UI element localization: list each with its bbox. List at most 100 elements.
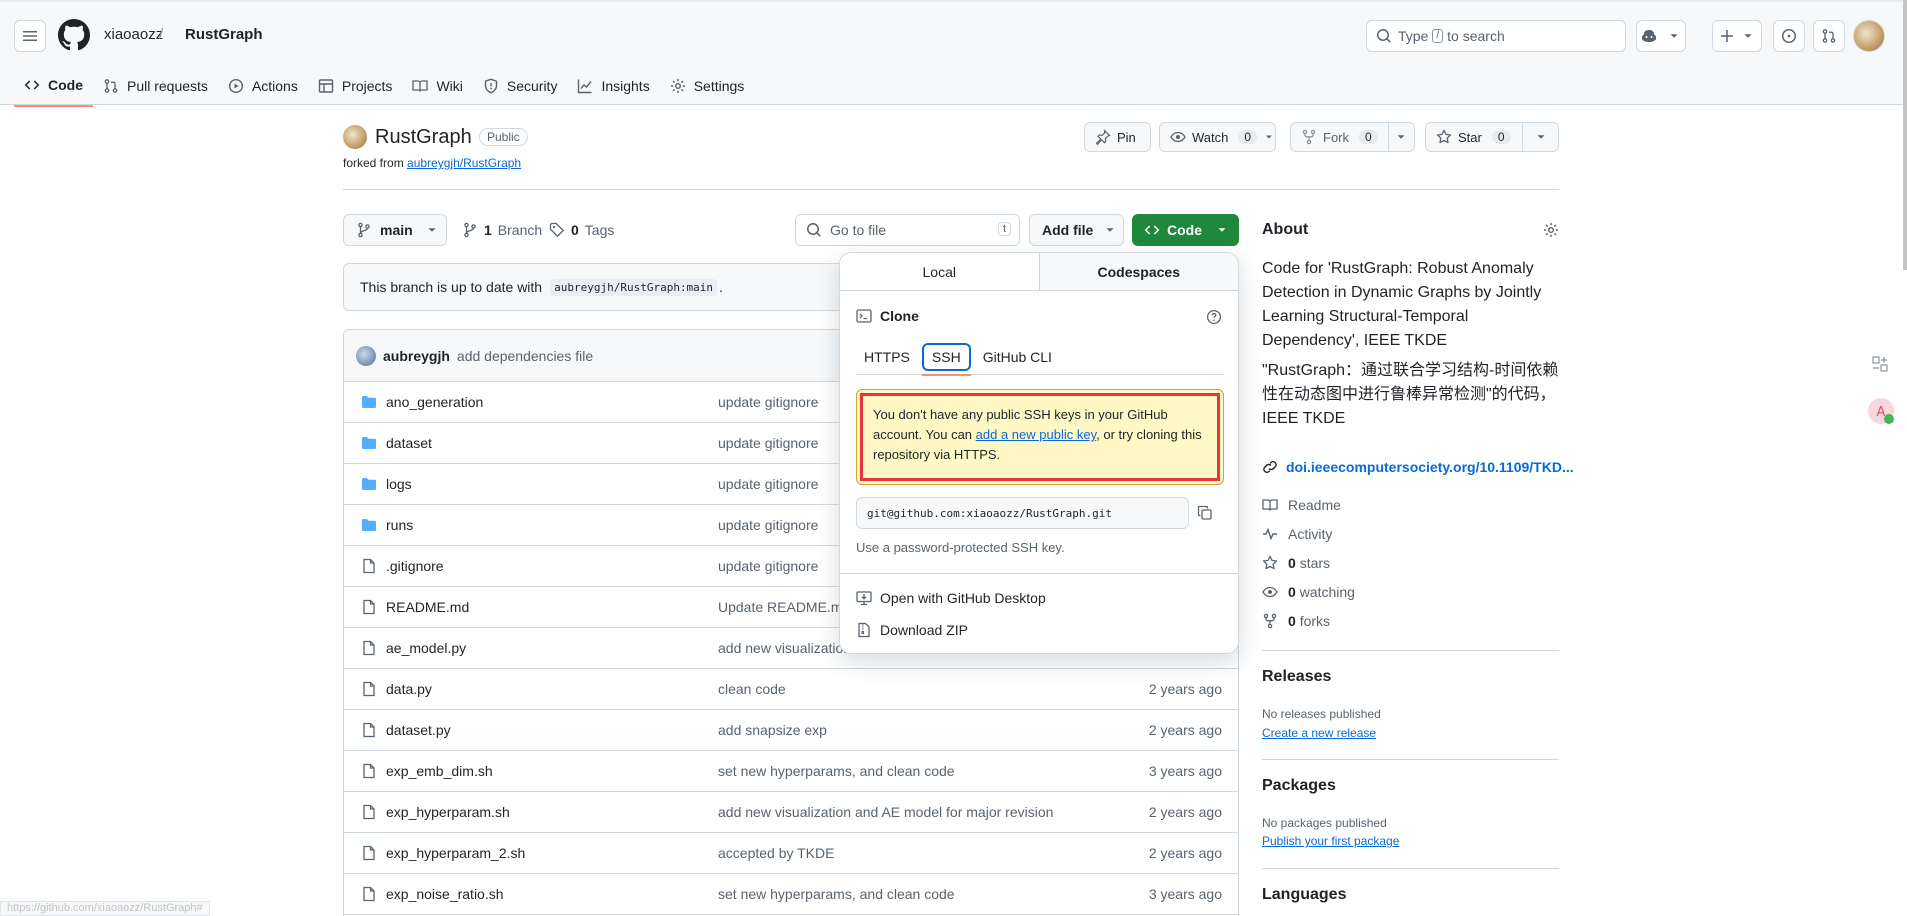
menu-button[interactable] <box>14 20 46 52</box>
file-commit-message[interactable]: add new visualization and AE model for m… <box>718 804 1053 820</box>
go-to-file-input[interactable]: Go to file t <box>795 214 1020 246</box>
commit-message[interactable]: add dependencies file <box>457 348 593 364</box>
tab-local[interactable]: Local <box>840 253 1040 290</box>
git-branch-icon <box>358 222 370 238</box>
file-commit-message[interactable]: add snapsize exp <box>718 722 827 738</box>
upstream-ref[interactable]: aubreygjh/RustGraph:main <box>550 278 718 296</box>
translate-extension-icon[interactable]: A <box>1867 397 1895 425</box>
folder-icon <box>361 394 377 410</box>
pull-requests-button[interactable] <box>1813 20 1845 52</box>
breadcrumb-owner[interactable]: xiaoaozz <box>104 26 163 43</box>
clone-url-field[interactable]: git@github.com:xiaoaozz/RustGraph.git <box>856 497 1189 529</box>
homepage-link[interactable]: doi.ieeecomputersociety.org/10.1109/TKD.… <box>1262 459 1574 475</box>
add-file-button[interactable]: Add file <box>1029 214 1124 246</box>
file-commit-message[interactable]: set new hyperparams, and clean code <box>718 763 955 779</box>
file-row[interactable]: exp_hyperparam.sh add new visualization a… <box>344 792 1238 833</box>
branch-select-button[interactable]: main <box>343 214 447 246</box>
add-ssh-key-link[interactable]: add a new public key <box>976 427 1096 442</box>
breadcrumb-repo[interactable]: RustGraph <box>185 26 263 43</box>
tab-wiki[interactable]: Wiki <box>402 68 472 104</box>
scrollbar[interactable] <box>1903 0 1907 270</box>
download-zip-button[interactable]: Download ZIP <box>856 622 968 638</box>
file-row[interactable]: exp_hyperparam_2.sh accepted by TKDE 2 yea… <box>344 833 1238 874</box>
file-row[interactable]: exp_noise_ratio.sh set new hyperparams, a… <box>344 874 1238 915</box>
user-avatar[interactable] <box>1853 20 1885 52</box>
readme-label: Readme <box>1288 497 1341 513</box>
watch-button[interactable]: Watch 0 <box>1159 122 1276 152</box>
branches-link[interactable]: 1 Branch <box>462 222 542 238</box>
file-name[interactable]: exp_noise_ratio.sh <box>386 886 504 902</box>
translate-panel-icon[interactable] <box>1871 355 1889 373</box>
file-name[interactable]: exp_emb_dim.sh <box>386 763 493 779</box>
gear-icon[interactable] <box>1543 222 1559 238</box>
protocol-ssh[interactable]: SSH <box>921 343 971 376</box>
fork-button[interactable]: Fork 0 <box>1290 122 1415 152</box>
file-row[interactable]: dataset.py add snapsize exp 2 years ago <box>344 710 1238 751</box>
stars-link[interactable]: 0 stars <box>1262 555 1330 571</box>
releases-heading[interactable]: Releases <box>1262 668 1331 686</box>
file-name[interactable]: data.py <box>386 681 432 697</box>
create-release-link[interactable]: Create a new release <box>1262 726 1376 740</box>
file-commit-message[interactable]: update gitignore <box>718 394 818 410</box>
copy-icon[interactable] <box>1197 505 1213 521</box>
git-branch-icon <box>464 222 476 238</box>
file-commit-message[interactable]: update gitignore <box>718 558 818 574</box>
file-name[interactable]: dataset.py <box>386 722 451 738</box>
fork-dropdown[interactable] <box>1387 123 1414 151</box>
tab-insights[interactable]: Insights <box>567 68 659 104</box>
tab-settings[interactable]: Settings <box>660 68 755 104</box>
file-commit-message[interactable]: update gitignore <box>718 476 818 492</box>
file-name[interactable]: exp_hyperparam_2.sh <box>386 845 525 861</box>
tab-codespaces[interactable]: Codespaces <box>1039 253 1238 290</box>
star-dropdown[interactable] <box>1522 123 1558 151</box>
commit-author[interactable]: aubreygjh <box>383 348 450 364</box>
publish-package-link[interactable]: Publish your first package <box>1262 834 1399 848</box>
question-icon[interactable] <box>1206 309 1222 325</box>
tab-code[interactable]: Code <box>14 68 93 107</box>
file-name[interactable]: runs <box>386 517 413 533</box>
packages-heading[interactable]: Packages <box>1262 777 1336 795</box>
watching-link[interactable]: 0 watching <box>1262 584 1355 600</box>
tab-projects[interactable]: Projects <box>308 68 403 104</box>
file-commit-message[interactable]: set new hyperparams, and clean code <box>718 886 955 902</box>
activity-link[interactable]: Activity <box>1262 526 1332 542</box>
pin-button[interactable]: Pin <box>1084 122 1151 152</box>
repo-title[interactable]: RustGraph <box>375 126 472 149</box>
file-row[interactable]: exp_emb_dim.sh set new hyperparams, and c… <box>344 751 1238 792</box>
create-new-button[interactable] <box>1712 20 1762 52</box>
github-logo-icon[interactable] <box>58 19 90 51</box>
file-commit-message[interactable]: accepted by TKDE <box>718 845 834 861</box>
file-name[interactable]: .gitignore <box>386 558 444 574</box>
file-name[interactable]: ae_model.py <box>386 640 466 656</box>
tab-pull-requests[interactable]: Pull requests <box>93 68 218 104</box>
tab-label: Code <box>48 77 83 93</box>
tab-actions[interactable]: Actions <box>218 68 308 104</box>
file-name[interactable]: README.md <box>386 599 469 615</box>
file-name[interactable]: logs <box>386 476 412 492</box>
forks-link[interactable]: 0 forks <box>1262 613 1330 629</box>
protocol-https[interactable]: HTTPS <box>856 343 918 371</box>
file-commit-message[interactable]: add new visualization <box>718 640 851 656</box>
commit-author-avatar[interactable] <box>356 345 376 366</box>
code-button[interactable]: Code <box>1132 214 1239 246</box>
file-row[interactable]: data.py clean code 2 years ago <box>344 669 1238 710</box>
star-button[interactable]: Star 0 <box>1425 122 1559 152</box>
file-commit-message[interactable]: Update README.md <box>718 599 850 615</box>
issues-button[interactable] <box>1773 20 1805 52</box>
tags-link[interactable]: 0 Tags <box>549 222 614 238</box>
file-commit-message[interactable]: update gitignore <box>718 435 818 451</box>
forked-from-link[interactable]: aubreygjh/RustGraph <box>407 156 521 170</box>
readme-link[interactable]: Readme <box>1262 497 1341 513</box>
copilot-button[interactable] <box>1636 20 1686 52</box>
repo-owner-avatar[interactable] <box>343 125 367 149</box>
file-name[interactable]: exp_hyperparam.sh <box>386 804 510 820</box>
protocol-github-cli[interactable]: GitHub CLI <box>975 343 1060 371</box>
search-input[interactable]: Type / to search <box>1366 20 1626 52</box>
file-commit-message[interactable]: clean code <box>718 681 786 697</box>
file-name[interactable]: dataset <box>386 435 432 451</box>
file-commit-message[interactable]: update gitignore <box>718 517 818 533</box>
search-placeholder-pre: Type <box>1398 28 1429 44</box>
tab-security[interactable]: Security <box>473 68 568 104</box>
open-with-desktop-button[interactable]: Open with GitHub Desktop <box>856 590 1046 606</box>
file-name[interactable]: ano_generation <box>386 394 483 410</box>
